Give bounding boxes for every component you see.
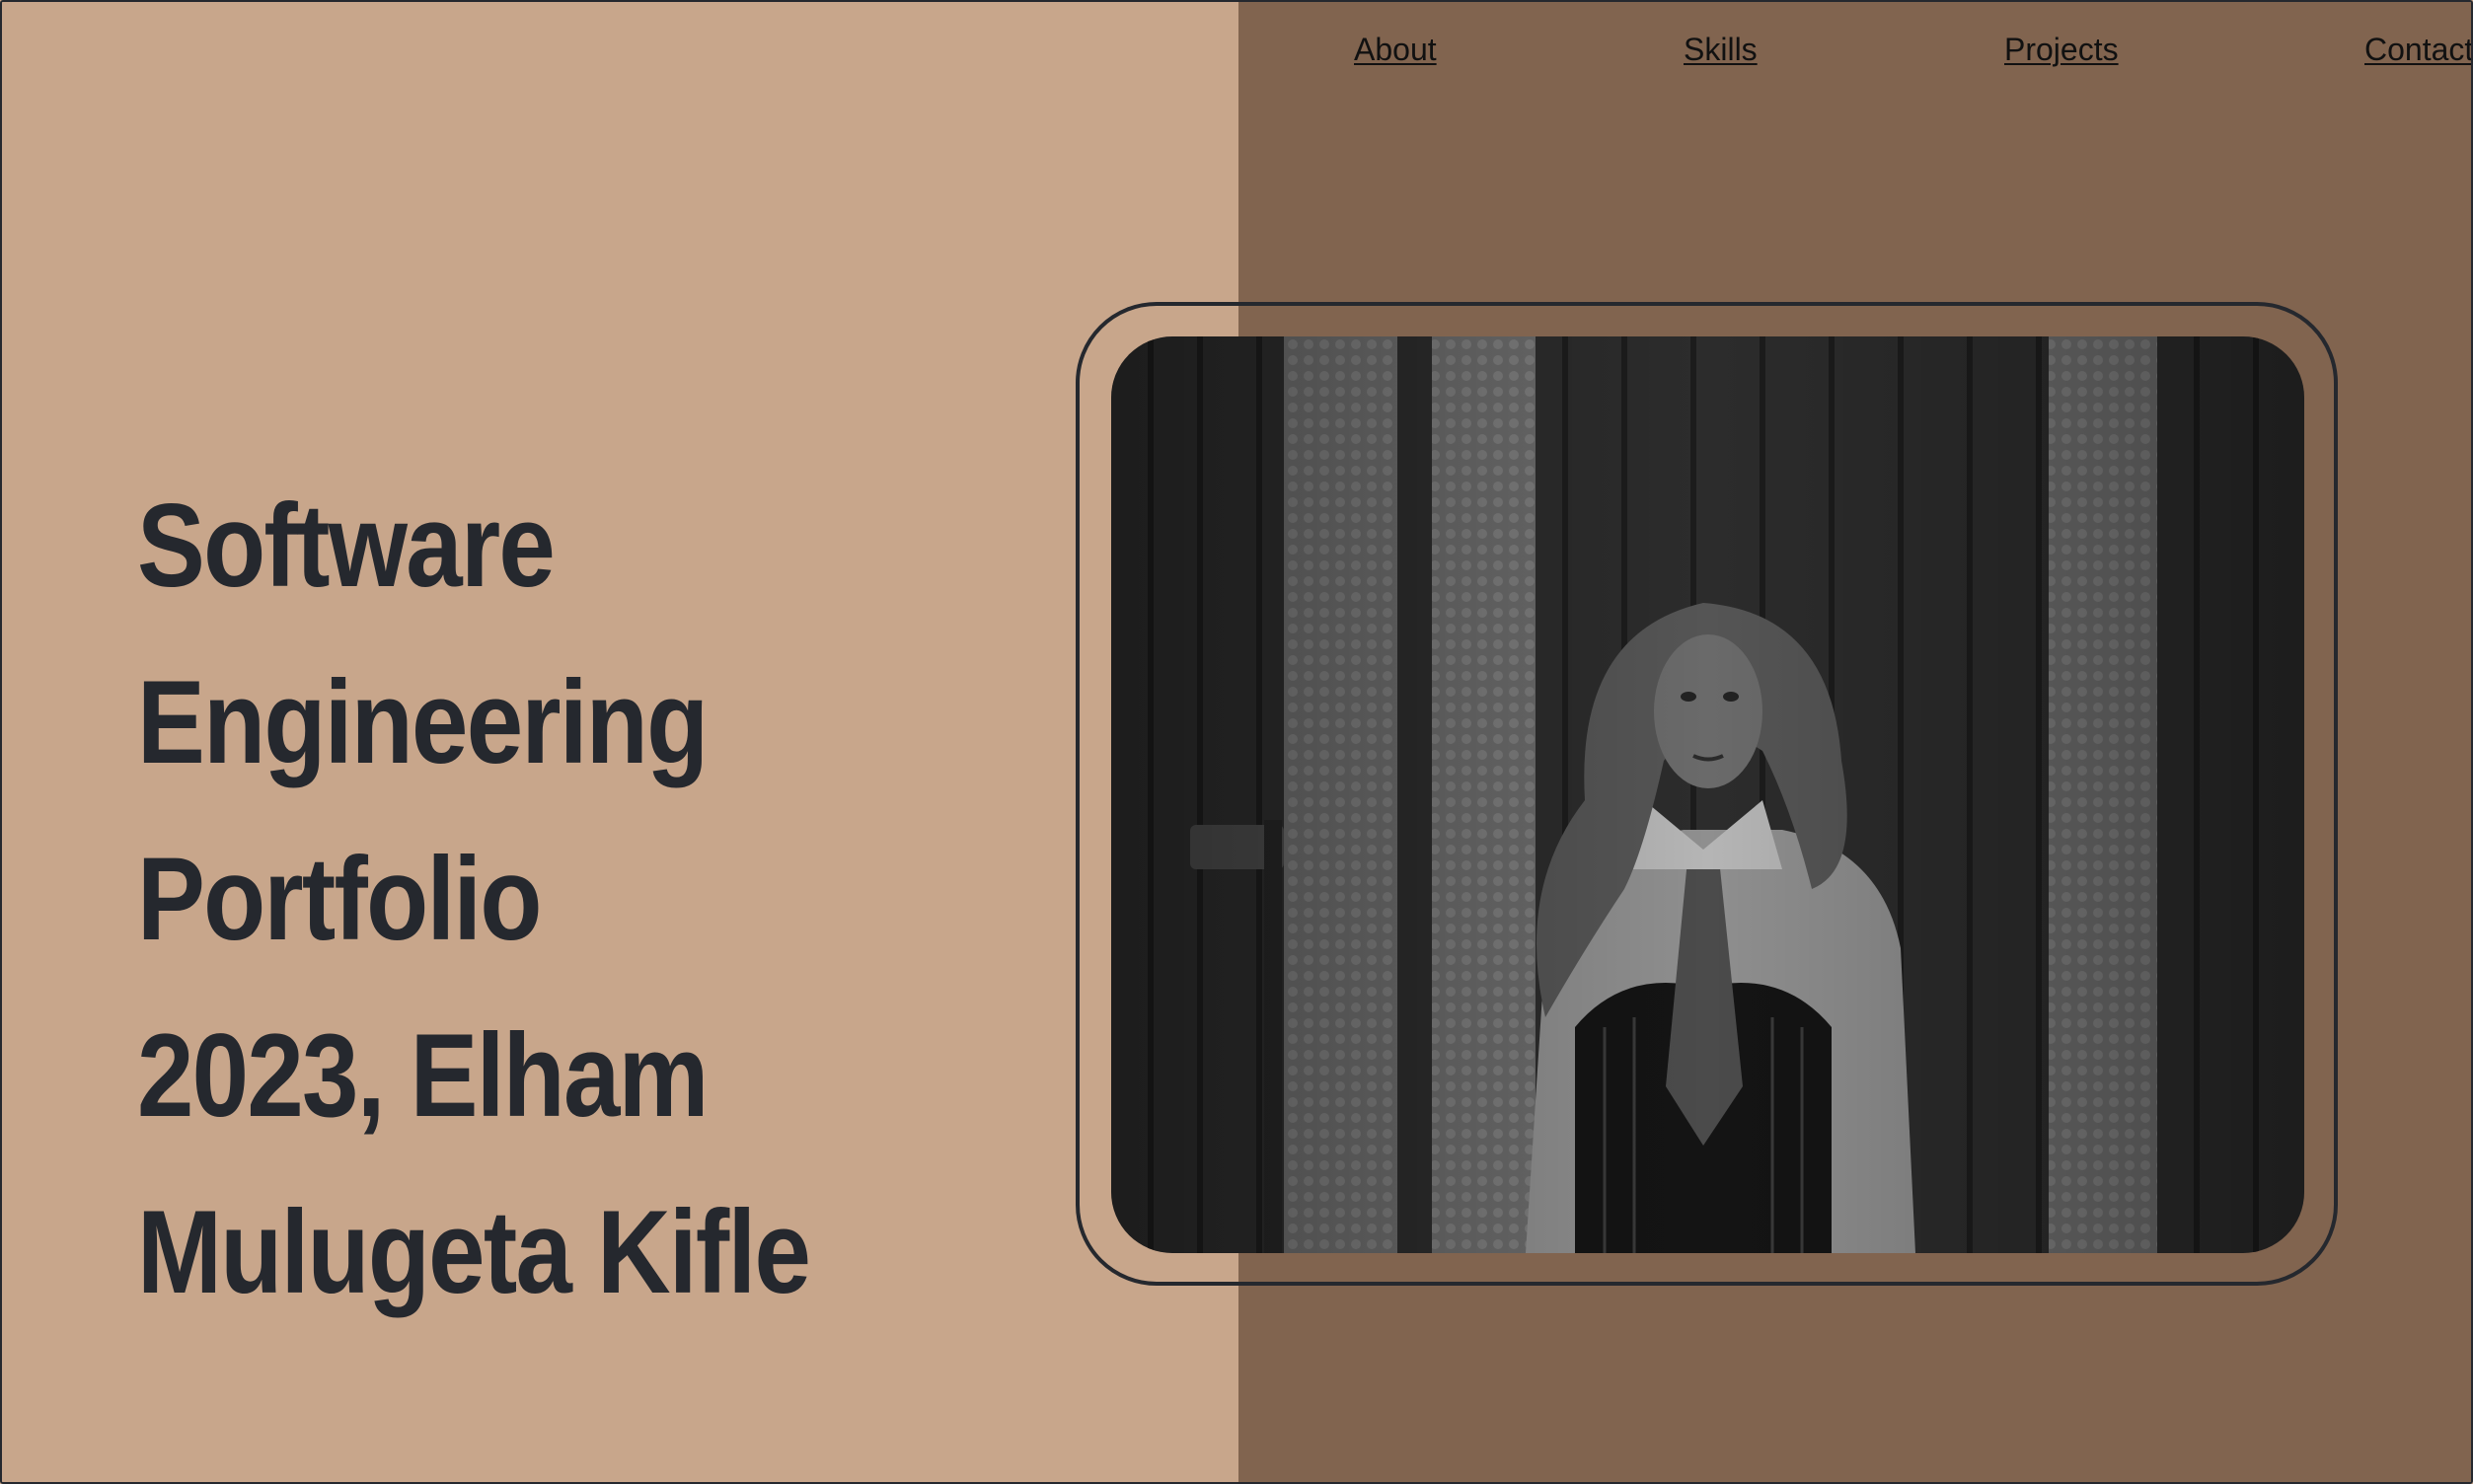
hero-title: Software Engineering Portfolio 2023, Elh…: [137, 458, 901, 1341]
nav-link-about[interactable]: About: [1354, 32, 1437, 68]
hero-title-line: Engineering: [137, 656, 709, 788]
portrait-photo: [1111, 336, 2304, 1253]
portfolio-page: About Skills Projects Contact Software E…: [0, 0, 2473, 1484]
hero-title-line: 2023, Elham: [137, 1009, 709, 1142]
nav-link-contact[interactable]: Contact: [2364, 32, 2471, 68]
top-navigation: About Skills Projects Contact: [1238, 2, 2471, 111]
nav-link-projects[interactable]: Projects: [2004, 32, 2119, 68]
hero-title-line: Portfolio: [137, 833, 542, 965]
hero-title-line: Software: [137, 480, 556, 612]
portrait-image: [1111, 336, 2304, 1253]
nav-link-skills[interactable]: Skills: [1684, 32, 1758, 68]
hero-title-line: Mulugeta Kifle: [137, 1186, 811, 1318]
